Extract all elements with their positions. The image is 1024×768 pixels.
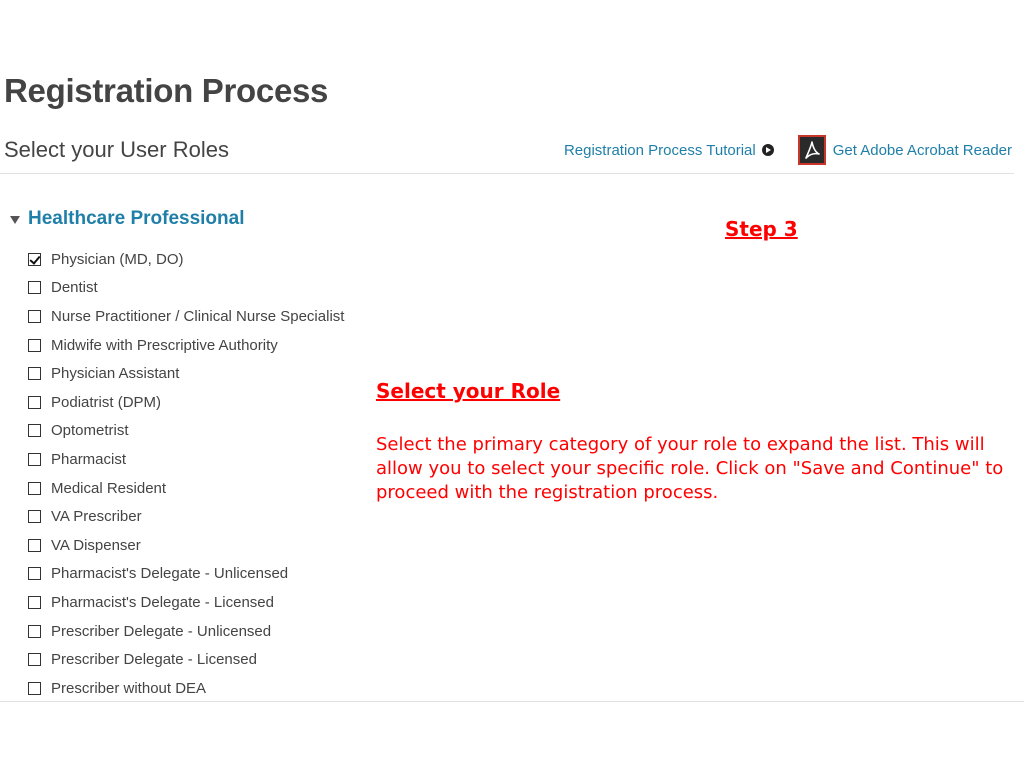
annotation-heading: Select your Role (376, 379, 561, 403)
role-checkbox[interactable] (28, 510, 41, 524)
role-option[interactable]: Podiatrist (DPM) (28, 388, 344, 417)
role-option[interactable]: Pharmacist's Delegate - Licensed (28, 588, 344, 617)
role-label: Prescriber Delegate - Licensed (51, 651, 257, 669)
role-checkbox[interactable] (28, 367, 41, 381)
role-option[interactable]: Dentist (28, 274, 344, 303)
annotation-instructions: Select the primary category of your role… (376, 434, 1004, 503)
role-option[interactable]: Nurse Practitioner / Clinical Nurse Spec… (28, 302, 344, 331)
role-list: Physician (MD, DO) Dentist Nurse Practitio… (28, 245, 344, 703)
role-checkbox[interactable] (28, 309, 41, 323)
tutorial-link-label: Registration Process Tutorial (563, 141, 756, 159)
role-checkbox[interactable] (28, 338, 41, 352)
role-label: Pharmacist's Delegate - Licensed (51, 593, 274, 611)
role-label: Physician (MD, DO) (51, 250, 184, 268)
role-checkbox[interactable] (28, 252, 41, 266)
adobe-acrobat-icon (797, 135, 826, 165)
role-option[interactable]: Pharmacist (28, 445, 344, 474)
role-checkbox[interactable] (28, 452, 41, 466)
step-label: Step 3 (725, 217, 798, 241)
role-label: Medical Resident (51, 479, 167, 497)
role-label: Optometrist (51, 422, 129, 440)
role-option[interactable]: Prescriber without DEA (28, 674, 344, 703)
footer-divider (0, 701, 1024, 702)
role-label: VA Dispenser (51, 536, 141, 554)
role-checkbox[interactable] (28, 567, 41, 581)
acrobat-reader-link[interactable]: Get Adobe Acrobat Reader (797, 135, 1012, 165)
role-checkbox[interactable] (28, 595, 41, 609)
role-checkbox[interactable] (28, 395, 41, 409)
role-option[interactable]: Physician (MD, DO) (28, 245, 344, 274)
role-label: Dentist (51, 279, 98, 297)
role-option[interactable]: VA Prescriber (28, 502, 344, 531)
role-label: Physician Assistant (51, 365, 180, 383)
page-subtitle: Select your User Roles (4, 137, 229, 162)
role-checkbox[interactable] (28, 624, 41, 638)
role-checkbox[interactable] (28, 653, 41, 667)
role-checkbox[interactable] (28, 281, 41, 295)
role-label: Nurse Practitioner / Clinical Nurse Spec… (51, 307, 345, 325)
role-checkbox[interactable] (28, 538, 41, 552)
tutorial-link[interactable]: Registration Process Tutorial (564, 142, 774, 159)
role-label: Pharmacist's Delegate - Unlicensed (51, 565, 289, 583)
role-option[interactable]: Midwife with Prescriptive Authority (28, 331, 344, 360)
role-checkbox[interactable] (28, 481, 41, 495)
category-toggle-healthcare-professional[interactable]: Healthcare Professional (10, 208, 244, 230)
header-links: Registration Process Tutorial Get Adobe … (564, 133, 1012, 167)
role-option[interactable]: Prescriber Delegate - Licensed (28, 645, 344, 674)
role-checkbox[interactable] (28, 424, 41, 438)
role-label: Midwife with Prescriptive Authority (51, 336, 278, 354)
role-option[interactable]: Physician Assistant (28, 359, 344, 388)
role-option[interactable]: Pharmacist's Delegate - Unlicensed (28, 560, 344, 589)
role-option[interactable]: VA Dispenser (28, 531, 344, 560)
role-option[interactable]: Optometrist (28, 417, 344, 446)
role-checkbox[interactable] (28, 681, 41, 695)
role-label: VA Prescriber (51, 508, 142, 526)
page-title: Registration Process (4, 72, 329, 109)
acrobat-link-label: Get Adobe Acrobat Reader (832, 141, 1012, 159)
role-label: Pharmacist (51, 450, 127, 468)
role-label: Prescriber without DEA (51, 679, 207, 697)
category-label: Healthcare Professional (28, 208, 245, 229)
caret-down-icon (10, 216, 20, 224)
role-option[interactable]: Medical Resident (28, 474, 344, 503)
header-divider (0, 173, 1014, 174)
role-label: Podiatrist (DPM) (51, 393, 162, 411)
page: Registration Process Select your User Ro… (0, 0, 1024, 768)
role-label: Prescriber Delegate - Unlicensed (51, 622, 272, 640)
arrow-circle-right-icon (761, 144, 774, 156)
role-option[interactable]: Prescriber Delegate - Unlicensed (28, 617, 344, 646)
